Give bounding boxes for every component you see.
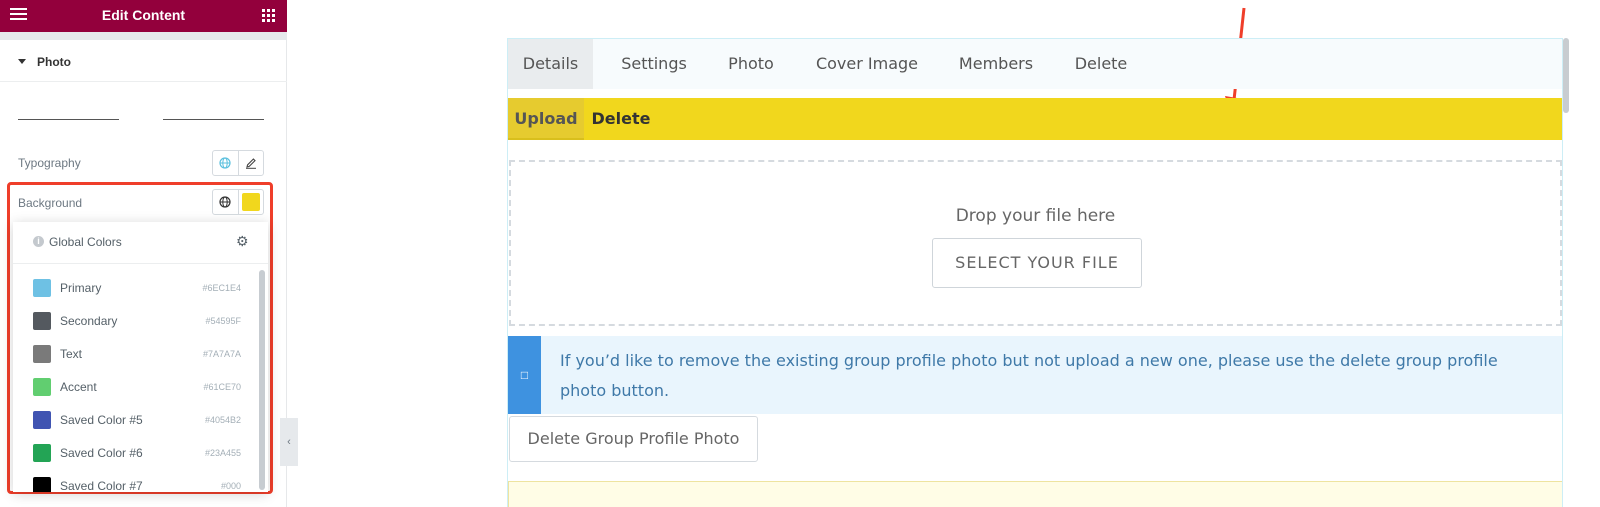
color-hex: #54595F bbox=[205, 316, 241, 326]
gear-icon[interactable]: ⚙ bbox=[236, 233, 249, 250]
section-label: Photo bbox=[37, 55, 71, 69]
color-swatch bbox=[33, 477, 51, 492]
delete-group-photo-button[interactable]: Delete Group Profile Photo bbox=[509, 416, 758, 462]
color-hex: #23A455 bbox=[204, 448, 241, 458]
drop-hint: Drop your file here bbox=[955, 206, 1116, 226]
color-swatch bbox=[33, 444, 51, 462]
select-file-button[interactable]: SELECT YOUR FILE bbox=[932, 238, 1142, 288]
popover-header: i Global Colors ⚙ bbox=[13, 222, 268, 264]
global-color-item[interactable]: Text #7A7A7A bbox=[13, 338, 253, 371]
file-drop-zone[interactable]: Drop your file here SELECT YOUR FILE bbox=[509, 160, 1562, 326]
notice-text: If you’d like to remove the existing gro… bbox=[560, 351, 1498, 400]
color-hex: #4054B2 bbox=[204, 415, 241, 425]
color-name: Saved Color #6 bbox=[60, 446, 143, 460]
color-name: Accent bbox=[60, 380, 97, 394]
subtab-upload[interactable]: Upload bbox=[508, 98, 584, 140]
color-hex: #61CE70 bbox=[203, 382, 241, 392]
tab-cover-image[interactable]: Cover Image bbox=[802, 39, 932, 89]
grid-icon[interactable] bbox=[262, 9, 275, 22]
info-icon: i bbox=[33, 236, 44, 247]
main-tabs: Details Settings Photo Cover Image Membe… bbox=[508, 39, 1562, 89]
color-swatch bbox=[33, 279, 51, 297]
tab-details[interactable]: Details bbox=[508, 39, 593, 89]
tab-settings[interactable]: Settings bbox=[606, 39, 702, 89]
pencil-icon[interactable] bbox=[237, 151, 264, 175]
notice-icon: □ bbox=[508, 336, 541, 414]
typography-controls bbox=[212, 150, 264, 176]
color-swatch bbox=[33, 312, 51, 330]
color-hex: #7A7A7A bbox=[202, 349, 241, 359]
color-name: Primary bbox=[60, 281, 102, 295]
editor-panel: Edit Content Photo Typography Background… bbox=[0, 0, 298, 507]
global-colors-popover: i Global Colors ⚙ Primary #6EC1E4 Secondar… bbox=[13, 222, 268, 492]
color-name: Text bbox=[60, 347, 83, 361]
global-color-item[interactable]: Secondary #54595F bbox=[13, 305, 253, 338]
tab-delete[interactable]: Delete bbox=[1061, 39, 1141, 89]
color-swatch bbox=[33, 345, 51, 363]
editor-title: Edit Content bbox=[101, 7, 186, 23]
typography-label: Typography bbox=[18, 156, 81, 170]
divider-left bbox=[18, 119, 119, 120]
preview-frame: Details Settings Photo Cover Image Membe… bbox=[507, 38, 1563, 507]
divider-right bbox=[163, 119, 264, 120]
next-notice-box bbox=[508, 481, 1562, 507]
chevron-left-icon[interactable]: ‹ bbox=[280, 418, 298, 466]
global-color-item[interactable]: Primary #6EC1E4 bbox=[13, 272, 253, 305]
color-name: Saved Color #7 bbox=[60, 479, 143, 492]
color-hex: #6EC1E4 bbox=[202, 283, 241, 293]
color-hex: #000 bbox=[220, 481, 241, 491]
color-name: Saved Color #5 bbox=[60, 413, 143, 427]
global-color-item[interactable]: Saved Color #7 #000 bbox=[13, 470, 253, 492]
caret-down-icon bbox=[18, 59, 26, 64]
global-colors-title: Global Colors bbox=[49, 235, 122, 249]
tab-members[interactable]: Members bbox=[946, 39, 1046, 89]
color-swatch bbox=[33, 378, 51, 396]
popover-scrollbar[interactable] bbox=[259, 270, 265, 490]
editor-header: Edit Content bbox=[0, 0, 287, 32]
subtab-bar: Upload Delete bbox=[508, 98, 1562, 140]
section-toggle-photo[interactable]: Photo bbox=[0, 42, 287, 82]
info-notice: □ If you’d like to remove the existing g… bbox=[508, 336, 1562, 414]
tab-photo[interactable]: Photo bbox=[716, 39, 786, 89]
page-scrollbar[interactable] bbox=[1563, 38, 1569, 113]
global-color-item[interactable]: Saved Color #6 #23A455 bbox=[13, 437, 253, 470]
color-swatch bbox=[33, 411, 51, 429]
color-name: Secondary bbox=[60, 314, 118, 328]
globe-icon[interactable] bbox=[213, 151, 238, 175]
global-color-item[interactable]: Accent #61CE70 bbox=[13, 371, 253, 404]
global-color-item[interactable]: Saved Color #5 #4054B2 bbox=[13, 404, 253, 437]
subtab-delete[interactable]: Delete bbox=[588, 98, 654, 140]
panel-tab-strip bbox=[0, 32, 287, 40]
